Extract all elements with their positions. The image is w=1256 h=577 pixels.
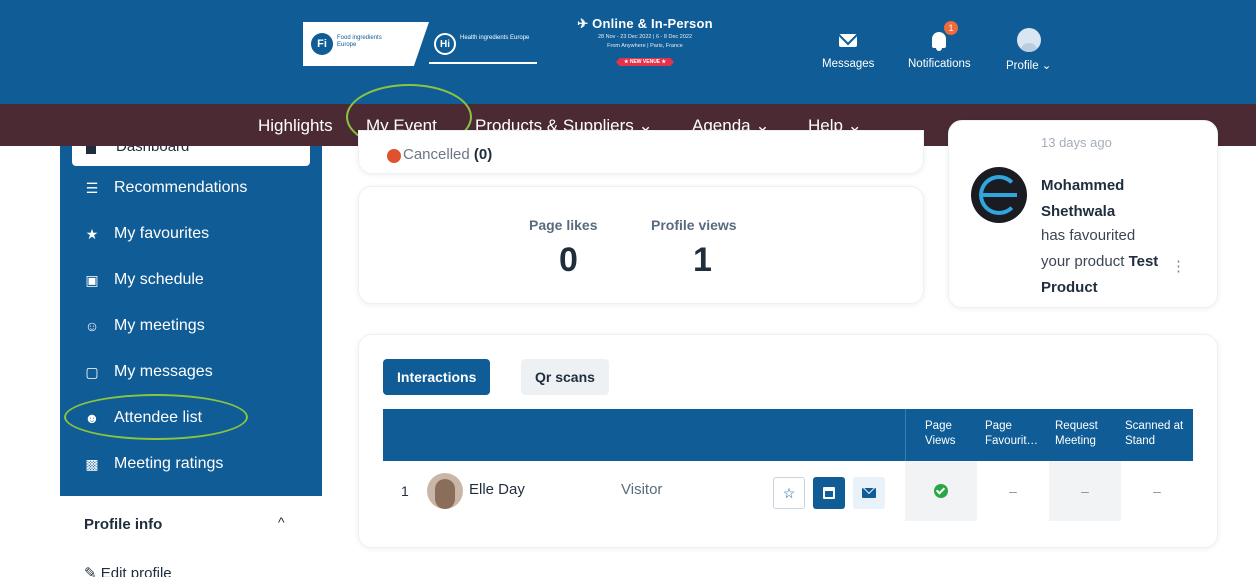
cancelled-count: (0) [473,146,493,163]
table-header: Page Views Page Favourit… Request Meetin… [383,409,1193,461]
activity-avatar[interactable] [971,167,1027,223]
stats-card: Page likes 0 Profile views 1 [358,186,924,304]
col-scanned-at-stand[interactable]: Scanned at Stand [1125,419,1185,449]
sidebar-item-recommendations[interactable]: ☰ Recommendations [82,174,248,202]
edit-profile-label: Edit profile [100,565,172,577]
sidebar-item-label: My schedule [114,271,204,288]
col-page-views[interactable]: Page Views [925,419,975,449]
cancelled-status-dot [387,149,401,163]
sidebar-item-label: Meeting ratings [114,455,224,472]
sidebar-item-schedule[interactable]: ▣ My schedule [82,266,204,294]
sidebar-item-label: My meetings [114,317,205,334]
chat-icon: ▢ [85,363,99,380]
cancelled-status: Cancelled (0) [403,146,492,163]
event-banner: ✈ Online & In-Person 28 Nov - 23 Dec 202… [575,16,715,70]
nav-highlights[interactable]: Highlights [258,116,333,136]
annotation-circle-attendee [64,394,248,440]
sidebar: Dashboard ☰ Recommendations ★ My favouri… [60,146,322,496]
schedule-meeting-button[interactable] [813,477,845,509]
page-likes-label: Page likes [529,217,598,233]
pencil-icon: ✎ [84,565,97,577]
table-row: 1 Elle Day Visitor ☆ – – – [383,461,1193,521]
profile-label: Profile ⌄ [1006,60,1052,72]
profile-menu-button[interactable]: Profile ⌄ [1006,28,1051,72]
notifications-button[interactable]: 1 Notifications [908,21,971,70]
sidebar-item-label: Dashboard [116,146,190,155]
cell-scanned-at-stand: – [1153,483,1161,499]
plane-icon: ✈ [577,16,589,31]
favourite-button[interactable]: ☆ [773,477,805,509]
cell-request-meeting: – [1049,461,1121,521]
attendee-name[interactable]: Elle Day [469,481,525,498]
profile-info-title[interactable]: Profile info [84,516,162,533]
event-dates: 28 Nov - 23 Dec 2022 | 6 - 8 Dec 2022 [597,34,693,40]
col-page-favourited[interactable]: Page Favourit… [985,419,1041,449]
sidebar-item-dashboard[interactable]: Dashboard [72,146,310,166]
messages-button[interactable]: Messages [822,28,874,70]
dashboard-icon [86,146,96,154]
tab-qr-scans[interactable]: Qr scans [521,359,609,395]
group-icon: ☺ [84,318,100,334]
activity-time: 13 days ago [1041,135,1112,150]
list-icon: ☰ [85,179,99,196]
event-logo[interactable]: Fi Food ingredients Europe Hi Health ing… [303,22,537,66]
attendee-role: Visitor [621,481,663,498]
activity-text: has favourited your product [1041,227,1136,270]
logo-bar-icon [981,193,1017,197]
sidebar-item-meetings[interactable]: ☺ My meetings [82,312,205,340]
profile-views-value: 1 [693,241,712,279]
sidebar-item-meeting-ratings[interactable]: ▩ Meeting ratings [82,450,223,478]
fi-logo-icon: Fi [311,33,333,55]
cancelled-label: Cancelled [403,146,470,163]
calendar-icon: ▣ [85,271,99,288]
top-header: Fi Food ingredients Europe Hi Health ing… [0,0,1256,104]
kebab-menu-icon[interactable]: ⋮ [1171,257,1186,275]
star-icon: ★ [85,225,99,242]
meetings-status-card: Cancelled (0) [358,130,924,174]
hi-logo-icon: Hi [434,33,456,55]
chart-icon: ▩ [85,455,99,472]
sidebar-item-label: My favourites [114,225,210,242]
star-outline-icon: ☆ [782,484,796,501]
calendar-icon [823,487,835,499]
notification-count-badge: 1 [944,21,958,35]
hi-logo-text: Health ingredients Europe [460,35,530,41]
cell-page-views [905,461,977,521]
messages-label: Messages [822,58,875,70]
sidebar-item-favourites[interactable]: ★ My favourites [82,220,209,248]
envelope-icon [862,488,876,498]
tab-interactions[interactable]: Interactions [383,359,491,395]
activity-user-name[interactable]: Mohammed Shethwala [1041,173,1161,225]
logo-divider [429,62,537,64]
profile-views-label: Profile views [651,217,737,233]
notifications-label: Notifications [908,58,971,70]
fi-logo-text: Food ingredients Europe [337,35,382,48]
event-places: From Anywhere | Paris, France [607,43,683,49]
new-venue-badge: ★ NEW VENUE ★ [615,58,675,66]
edit-profile-link[interactable]: ✎ Edit profile [84,564,172,577]
profile-info-section: Profile info ^ ✎ Edit profile [60,496,322,577]
col-request-meeting[interactable]: Request Meeting [1055,419,1109,449]
activity-feed-card: 13 days ago Mohammed Shethwala has favou… [948,120,1218,308]
activity-description: has favourited your product Test Product [1041,223,1161,301]
event-mode: Online & In-Person [592,16,713,31]
bell-icon [932,32,947,51]
interactions-card: Interactions Qr scans Page Views Page Fa… [358,334,1218,548]
send-message-button[interactable] [853,477,885,509]
column-divider [905,409,906,461]
row-index: 1 [401,483,409,499]
envelope-icon [839,33,858,47]
sidebar-item-messages[interactable]: ▢ My messages [82,358,213,386]
cell-page-favourited: – [1009,483,1017,499]
page-likes-value: 0 [559,241,578,279]
check-circle-icon [934,484,948,498]
chevron-up-icon[interactable]: ^ [278,514,285,530]
sidebar-item-label: Recommendations [114,179,248,196]
avatar [1016,28,1041,52]
avatar[interactable] [427,473,463,509]
sidebar-item-label: My messages [114,363,213,380]
